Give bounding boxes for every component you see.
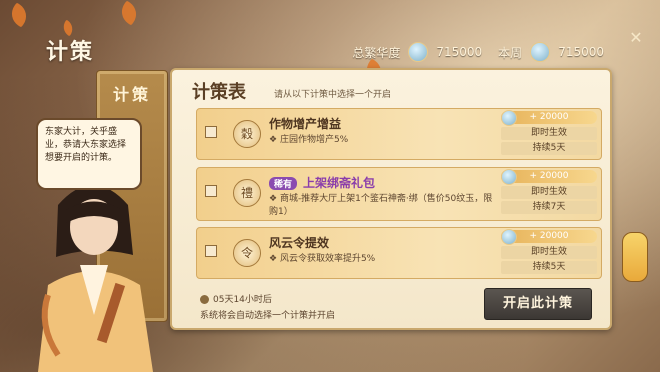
strategy-meta: + 20000 即时生效 持续7天: [501, 169, 597, 216]
lantern-decoration: [622, 232, 648, 282]
start-strategy-button[interactable]: 开启此计策: [484, 288, 592, 320]
select-checkbox[interactable]: [205, 245, 217, 257]
select-checkbox[interactable]: [205, 185, 217, 197]
panel-title: 计策表: [192, 82, 246, 103]
strategy-desc: ❖ 庄园作物增产5%: [269, 135, 349, 145]
strategy-panel: 计策表 请从以下计策中选择一个开启 穀 作物增产增益 ❖ 庄园作物增产5% + …: [170, 68, 612, 330]
total-prosperity-label: 总繁华度: [352, 45, 401, 60]
effect-label: 即时生效: [501, 186, 597, 199]
token-icon: 令: [233, 239, 261, 267]
week-prosperity-value: 715000: [558, 45, 604, 59]
clock-icon: [200, 295, 209, 304]
effect-label: 即时生效: [501, 246, 597, 259]
rare-badge: 稀有: [269, 177, 298, 190]
coin-icon: [501, 229, 517, 245]
duration-label: 持续7天: [501, 201, 597, 214]
strategy-name: 作物增产增益: [269, 117, 342, 131]
strategy-name: 稀有 上架绑斋礼包: [269, 174, 375, 191]
close-icon[interactable]: ✕: [626, 28, 646, 48]
select-checkbox[interactable]: [205, 126, 217, 138]
coin-icon: [530, 42, 551, 62]
strategy-row[interactable]: 穀 作物增产增益 ❖ 庄园作物增产5% + 20000 即时生效 持续5天: [196, 108, 602, 160]
panel-subtitle: 请从以下计策中选择一个开启: [274, 90, 392, 100]
strategy-desc: ❖ 风云令获取效率提升5%: [269, 254, 376, 264]
strategy-desc: ❖ 商城-推荐大厅上架1个鉴石神斋·绑（售价50纹玉，限购1）: [269, 194, 493, 217]
duration-label: 持续5天: [501, 142, 597, 155]
prosperity-bar: 总繁华度 715000 本周 715000: [352, 42, 604, 62]
countdown: 05天14小时后: [200, 292, 272, 305]
total-prosperity-value: 715000: [436, 45, 483, 59]
gift-bag-icon: 禮: [233, 179, 261, 207]
strategy-row[interactable]: 禮 稀有 上架绑斋礼包 ❖ 商城-推荐大厅上架1个鉴石神斋·绑（售价50纹玉，限购…: [196, 167, 602, 221]
cost-pill: + 20000: [501, 229, 597, 245]
crop-icon: 穀: [233, 120, 261, 148]
coin-icon: [501, 169, 517, 185]
duration-label: 持续5天: [501, 261, 597, 274]
cost-pill: + 20000: [501, 110, 597, 126]
npc-character: [38, 185, 153, 372]
auto-select-hint: 系统将会自动选择一个计策并开启: [200, 311, 336, 321]
strategy-meta: + 20000 即时生效 持续5天: [501, 229, 597, 276]
week-prosperity-label: 本周: [498, 45, 523, 60]
strategy-name: 风云令提效: [269, 236, 330, 250]
npc-speech-bubble: 东家大计，关乎盛业，恭请大东家选择想要开启的计策。: [36, 118, 142, 190]
coin-icon: [408, 42, 429, 62]
effect-label: 即时生效: [501, 127, 597, 140]
strategy-row[interactable]: 令 风云令提效 ❖ 风云令获取效率提升5% + 20000 即时生效 持续5天: [196, 227, 602, 279]
strategy-meta: + 20000 即时生效 持续5天: [501, 110, 597, 157]
cost-pill: + 20000: [501, 169, 597, 185]
coin-icon: [501, 110, 517, 126]
page-title: 计策: [46, 40, 95, 65]
side-tab-label: 计策: [112, 85, 151, 104]
